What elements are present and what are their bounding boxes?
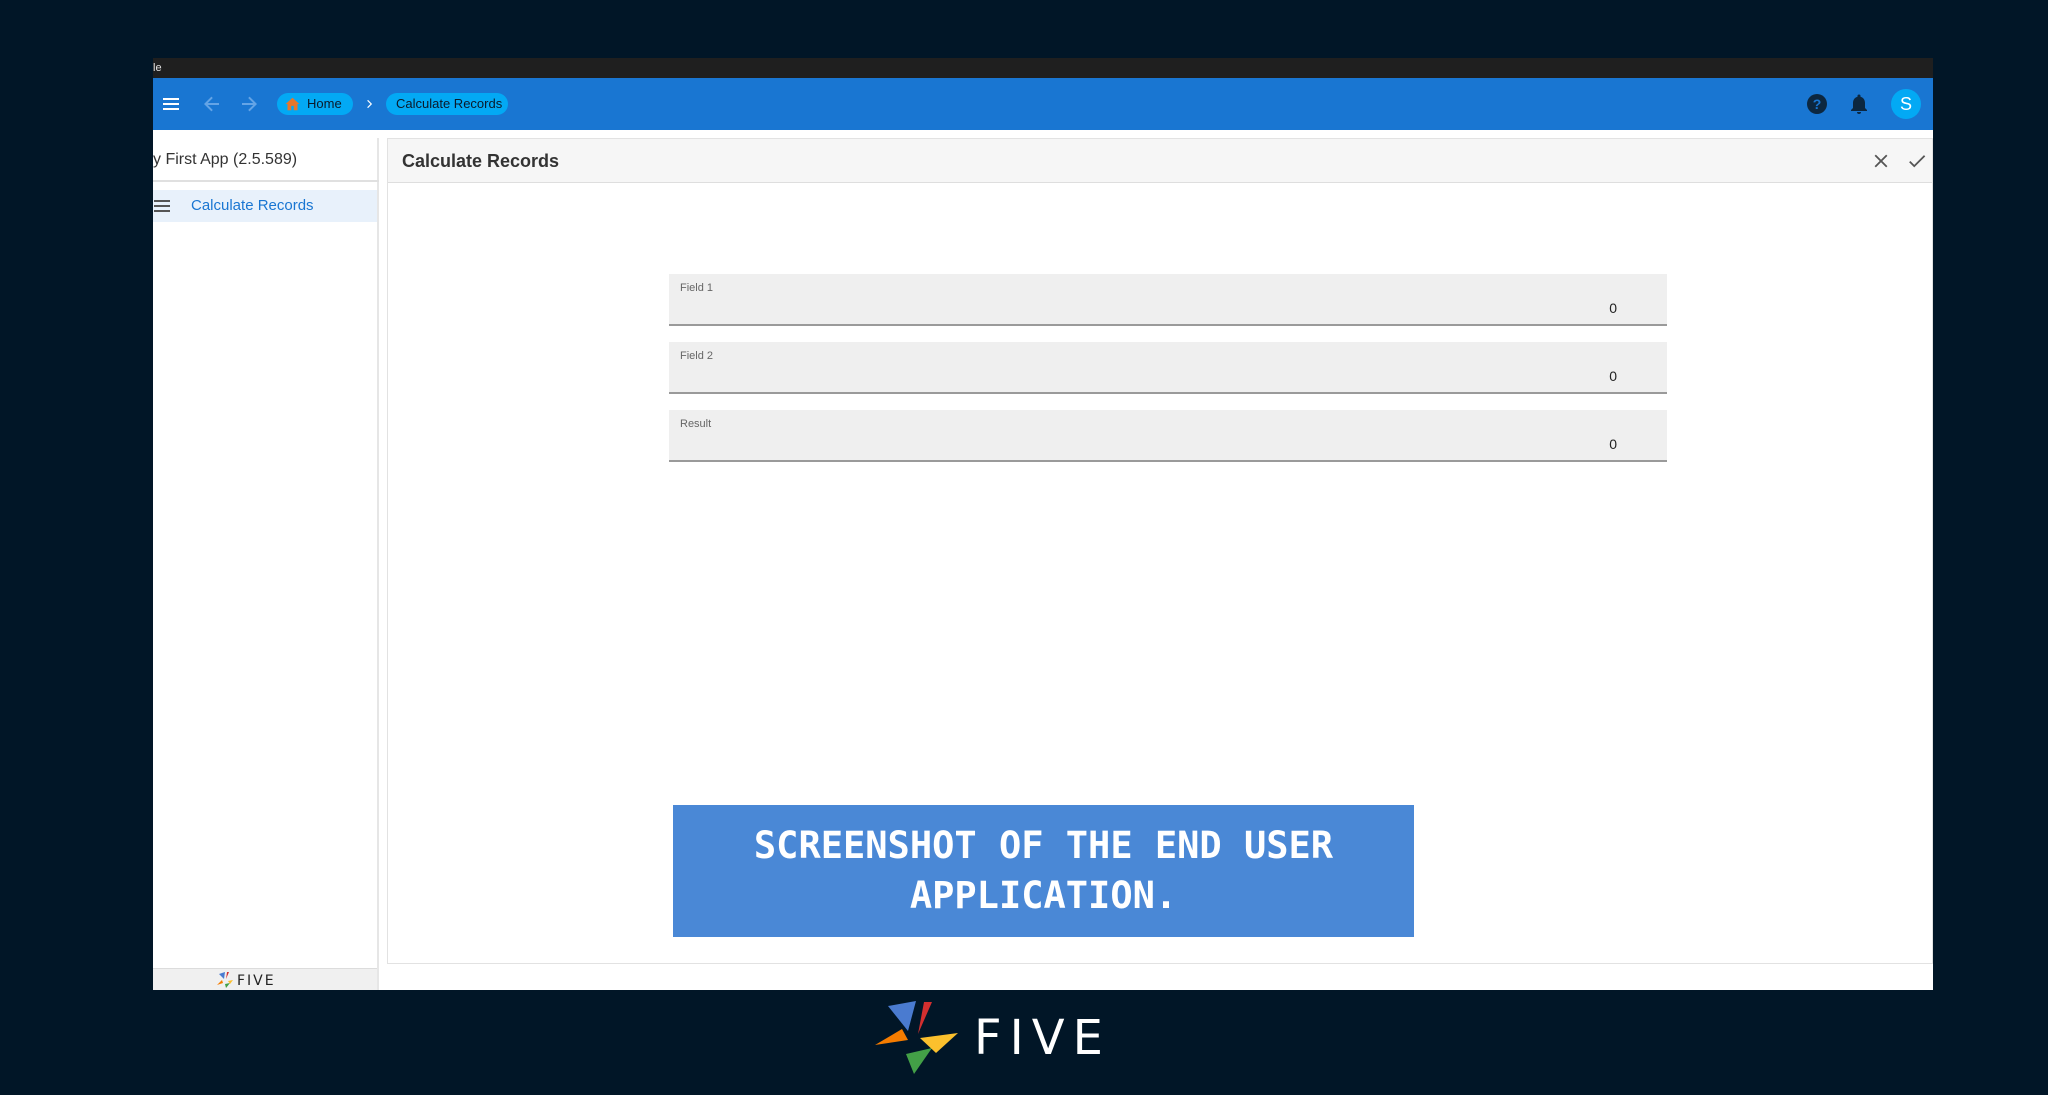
page-title: Calculate Records (402, 151, 560, 171)
sidebar: y First App (2.5.589) Calculate Records … (153, 138, 379, 990)
arrow-back-icon[interactable] (200, 92, 224, 116)
sidebar-footer: FIVE (153, 968, 377, 990)
caption-banner: SCREENSHOT OF THE END USER APPLICATION. (673, 805, 1414, 937)
help-icon[interactable]: ? (1805, 92, 1829, 116)
chevron-right-icon (367, 99, 373, 109)
five-logo-small: FIVE (217, 972, 276, 989)
bell-icon[interactable] (1847, 92, 1871, 116)
caption-line-1: SCREENSHOT OF THE END USER (753, 824, 1334, 867)
arrow-forward-icon[interactable] (237, 92, 261, 116)
field-2-value[interactable]: 0 (1609, 368, 1617, 384)
user-avatar[interactable]: S (1891, 89, 1921, 119)
breadcrumb-home[interactable]: Home (277, 93, 353, 115)
window-title: le (153, 62, 162, 74)
breadcrumb-current-label: Calculate Records (396, 96, 503, 111)
field-2[interactable]: Field 2 0 (669, 342, 1667, 394)
form-header: Calculate Records (388, 139, 1932, 183)
home-icon (285, 97, 300, 111)
five-logo-small-text: FIVE (237, 973, 276, 989)
breadcrumb-home-label: Home (307, 96, 342, 111)
svg-text:?: ? (1813, 96, 1822, 112)
five-logo-text: FIVE (974, 1010, 1111, 1066)
window-titlebar: le (153, 58, 1933, 78)
result-field-label: Result (680, 418, 712, 430)
list-icon (154, 200, 170, 212)
close-icon[interactable] (1870, 150, 1892, 172)
breadcrumb-calculate-records[interactable]: Calculate Records (386, 93, 508, 115)
menu-icon[interactable] (159, 92, 183, 116)
app-title: y First App (2.5.589) (153, 138, 379, 182)
field-2-label: Field 2 (680, 350, 714, 362)
caption-line-2: APPLICATION. (909, 874, 1178, 917)
result-field[interactable]: Result 0 (669, 410, 1667, 462)
five-logo: FIVE (875, 1001, 1111, 1074)
sidebar-item-label: Calculate Records (191, 197, 314, 214)
check-icon[interactable] (1906, 150, 1928, 172)
field-1[interactable]: Field 1 0 (669, 274, 1667, 326)
result-field-value[interactable]: 0 (1609, 436, 1617, 452)
top-app-bar: Home Calculate Records ? S (153, 78, 1933, 130)
field-1-label: Field 1 (680, 282, 714, 294)
field-1-value[interactable]: 0 (1609, 300, 1617, 316)
sidebar-item-calculate-records[interactable]: Calculate Records (153, 190, 377, 222)
